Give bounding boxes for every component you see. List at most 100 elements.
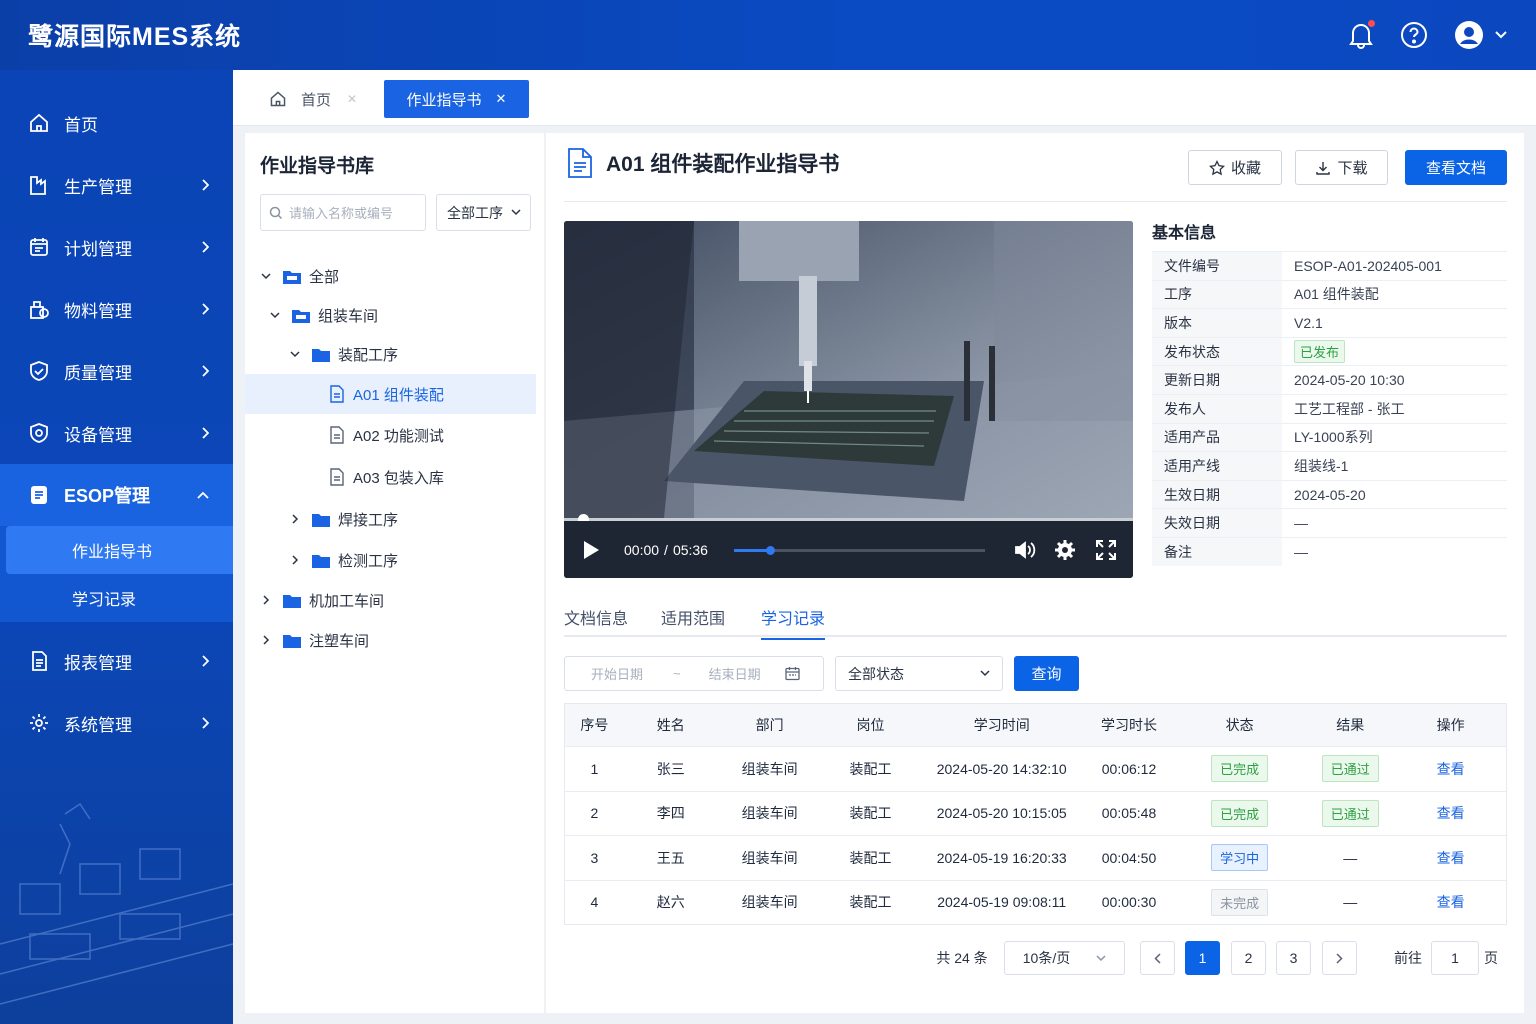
shield-icon	[28, 360, 50, 382]
volume-icon[interactable]	[1014, 540, 1036, 560]
tree-node-machining[interactable]: 机加工车间	[259, 580, 384, 620]
video-frame	[564, 221, 1133, 518]
chevron-right-icon[interactable]	[288, 514, 302, 524]
sidebar-sub-label: 作业指导书	[72, 544, 153, 561]
chevron-down-icon[interactable]	[268, 311, 282, 319]
settings-icon	[28, 712, 50, 734]
close-icon[interactable]: ✕	[496, 91, 507, 107]
sidebar-item-label: 物料管理	[64, 301, 132, 321]
view-document-button[interactable]: 查看文档	[1405, 150, 1507, 185]
tab-doc-info[interactable]: 文档信息	[564, 605, 628, 629]
search-input[interactable]: 请输入名称或编号	[260, 194, 426, 231]
chevron-right-icon[interactable]	[259, 635, 273, 645]
chevron-down-icon[interactable]	[288, 350, 302, 358]
status-select-value: 全部状态	[848, 665, 904, 682]
fullscreen-icon[interactable]	[1096, 540, 1116, 560]
tab-home[interactable]: 首页 ✕	[255, 80, 371, 118]
video-player[interactable]: 00:00 / 05:36	[564, 221, 1133, 578]
table-cell-op[interactable]: 查看	[1395, 892, 1506, 912]
view-link[interactable]: 查看	[1437, 761, 1465, 777]
sidebar-item-label: 首页	[64, 115, 98, 135]
user-icon[interactable]	[1454, 20, 1508, 50]
sidebar-item-esop[interactable]: ESOP管理	[0, 464, 233, 526]
prev-page-button[interactable]	[1140, 941, 1175, 975]
tab-work-instruction[interactable]: 作业指导书 ✕	[384, 80, 529, 118]
page-1-button[interactable]: 1	[1185, 941, 1220, 975]
favorite-button[interactable]: 收藏	[1188, 150, 1282, 185]
table-cell-status: 已完成	[1174, 755, 1305, 783]
device-icon	[28, 422, 50, 444]
view-link[interactable]: 查看	[1437, 805, 1465, 821]
chevron-right-icon[interactable]	[259, 595, 273, 605]
tree-node-assembly-workshop[interactable]: 组装车间	[268, 295, 378, 335]
tab-study-records[interactable]: 学习记录	[761, 605, 826, 640]
table-cell-op[interactable]: 查看	[1395, 803, 1506, 823]
view-link[interactable]: 查看	[1437, 850, 1465, 866]
header-cell: 结果	[1336, 717, 1365, 733]
info-value: V2.1	[1294, 314, 1323, 331]
table-cell-name: 赵六	[656, 894, 685, 911]
info-row: 发布人 工艺工程部 - 张工	[1152, 393, 1507, 423]
query-button[interactable]: 查询	[1014, 656, 1079, 691]
chevron-down-icon[interactable]	[259, 272, 273, 280]
page-3-button[interactable]: 3	[1276, 941, 1311, 975]
sidebar-item-system[interactable]: 系统管理	[0, 692, 233, 754]
sidebar-item-material[interactable]: 物料管理	[0, 278, 233, 340]
status-badge: 学习中	[1211, 844, 1269, 872]
table-cell-dur: 00:05:48	[1101, 805, 1157, 822]
tree-node-inspection[interactable]: 检测工序	[288, 540, 398, 580]
tree-node-injection[interactable]: 注塑车间	[259, 620, 369, 660]
tree-node-assembly-process[interactable]: 装配工序	[288, 334, 398, 374]
table-cell-op[interactable]: 查看	[1395, 848, 1506, 868]
process-select-value: 全部工序	[447, 204, 503, 221]
table-cell-dept: 组装车间	[741, 760, 798, 777]
tree-node-welding[interactable]: 焊接工序	[288, 499, 398, 539]
sidebar-item-quality[interactable]: 质量管理	[0, 340, 233, 402]
close-icon[interactable]: ✕	[347, 92, 357, 106]
chevron-left-icon	[1154, 952, 1161, 964]
sidebar-sub-study-record[interactable]: 学习记录	[6, 574, 233, 622]
table-cell-name: 李四	[656, 805, 685, 822]
home-icon	[270, 91, 286, 107]
view-link[interactable]: 查看	[1437, 894, 1465, 910]
folder-icon	[283, 593, 301, 608]
chevron-right-icon[interactable]	[288, 555, 302, 565]
table-cell-op[interactable]: 查看	[1395, 759, 1506, 779]
sidebar-item-label: 生产管理	[64, 177, 132, 197]
table-cell-result: —	[1343, 894, 1358, 911]
document-panel: A01 组件装配作业指导书 收藏 下载 查看文档 00:00 / 05:36 基…	[546, 133, 1524, 1013]
table-cell-dept: 组装车间	[741, 849, 798, 866]
settings-icon[interactable]	[1054, 539, 1076, 561]
tree-node-a02[interactable]: A02 功能测试	[329, 415, 444, 455]
tree-node-a01[interactable]: A01 组件装配	[245, 374, 536, 414]
sidebar-item-plan[interactable]: 计划管理	[0, 216, 233, 278]
sidebar-item-production[interactable]: 生产管理	[0, 154, 233, 216]
sidebar-sub-work-instruction[interactable]: 作业指导书	[6, 526, 233, 574]
page-2-button[interactable]: 2	[1231, 941, 1266, 975]
bell-icon[interactable]	[1348, 20, 1375, 49]
basic-info-title: 基本信息	[1152, 225, 1217, 242]
download-button[interactable]: 下载	[1295, 150, 1388, 185]
info-key: 工序	[1152, 280, 1282, 309]
next-page-button[interactable]	[1322, 941, 1357, 975]
info-key: 适用产品	[1152, 423, 1282, 452]
sidebar-item-device[interactable]: 设备管理	[0, 402, 233, 464]
tree-node-all[interactable]: 全部	[259, 256, 339, 296]
page-size-select[interactable]: 10条/页	[1004, 941, 1125, 975]
chevron-down-icon[interactable]	[1494, 30, 1508, 40]
sidebar-item-home[interactable]: 首页	[0, 92, 233, 154]
sidebar-item-report[interactable]: 报表管理	[0, 630, 233, 692]
play-icon[interactable]	[582, 540, 600, 560]
process-select[interactable]: 全部工序	[436, 194, 531, 231]
help-icon[interactable]	[1400, 21, 1428, 49]
date-range-picker[interactable]: 开始日期 ~ 结束日期	[564, 656, 824, 691]
star-icon	[1208, 159, 1225, 175]
seek-slider[interactable]	[734, 546, 985, 555]
status-select[interactable]: 全部状态	[835, 656, 1003, 691]
goto-page-input[interactable]: 1	[1431, 941, 1479, 975]
tree-node-a03[interactable]: A03 包装入库	[329, 457, 444, 497]
tree-node-label: 组装车间	[318, 307, 379, 325]
tab-scope[interactable]: 适用范围	[661, 605, 725, 629]
download-icon	[1316, 161, 1331, 175]
sidebar-item-label: 计划管理	[64, 239, 132, 259]
